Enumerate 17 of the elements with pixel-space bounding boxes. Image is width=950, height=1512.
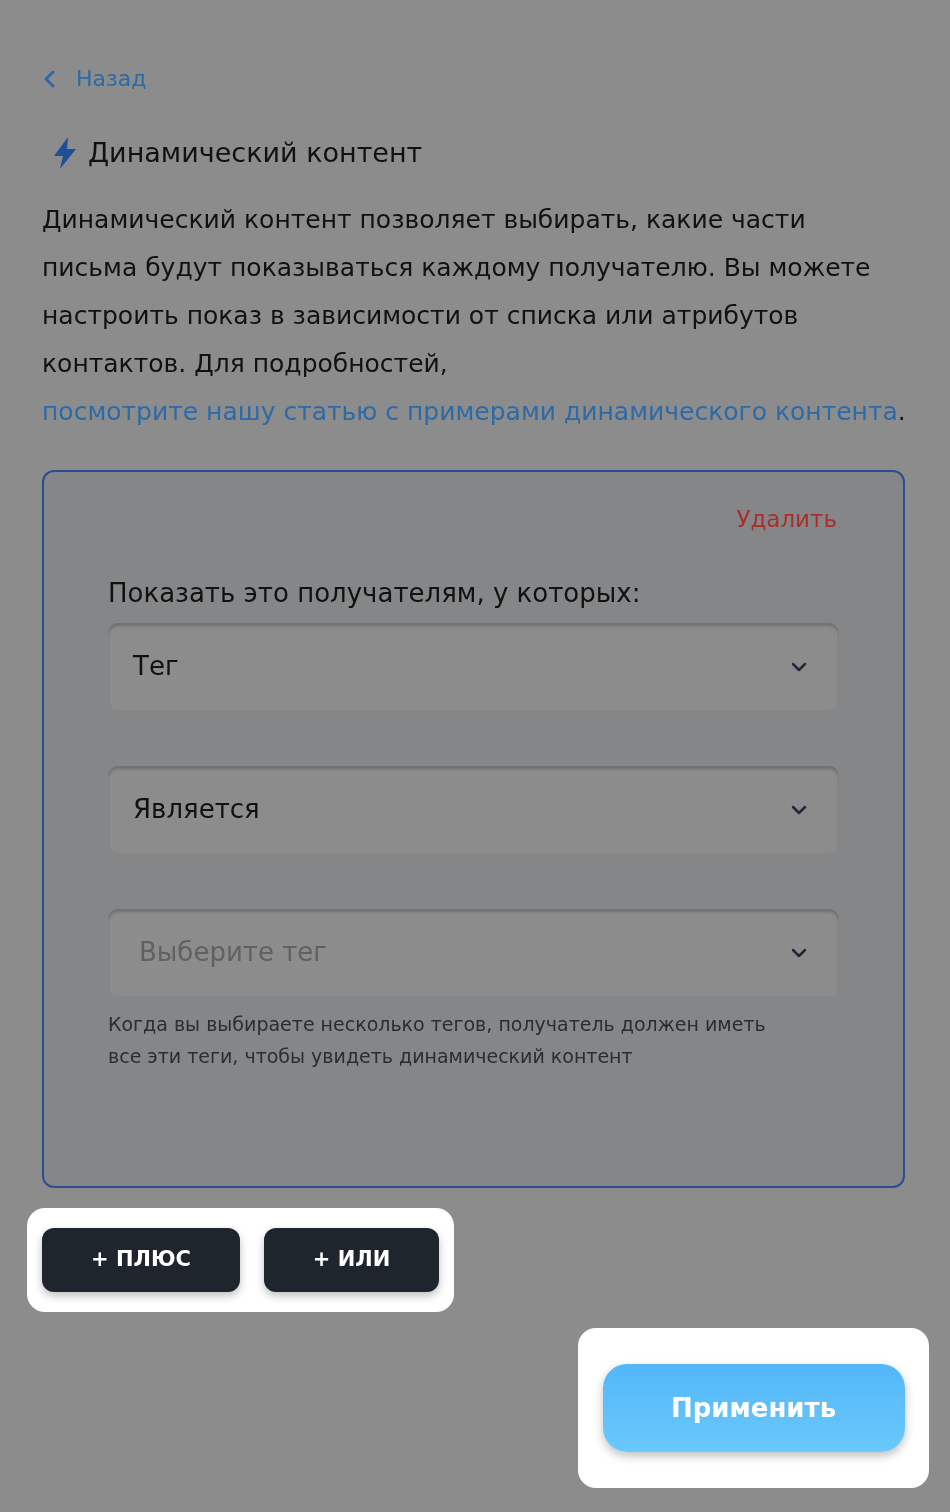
dropdown-field[interactable]: Тег <box>108 623 839 710</box>
article-link[interactable]: посмотрите нашу статью с примерами динамического контента <box>42 396 898 426</box>
section-title: Динамический контент <box>88 136 423 170</box>
lightning-icon <box>52 136 78 171</box>
add-condition-button[interactable]: + ПЛЮС <box>42 1228 240 1292</box>
dropdown-field[interactable]: Является <box>108 766 839 853</box>
add-condition-button[interactable]: + ИЛИ <box>264 1228 439 1292</box>
chevron-down-icon <box>791 661 807 672</box>
description-paragraph: Динамический контент позволяет выбирать, какие части письма будут показываться каждому получателю. Вы можете настроить показ в зависимости от списка или атрибутов контактов. Для подробностей, посмотрите нашу статью с примерами динамического контента. <box>42 203 907 428</box>
hint-text: Когда вы выбираете несколько тегов, получатель должен иметь все эти теги, чтобы увидеть динамический контент <box>108 1012 767 1069</box>
chevron-left-icon <box>42 68 56 89</box>
apply-button[interactable]: Применить <box>602 1364 905 1452</box>
back-link[interactable]: Назад <box>42 62 147 95</box>
chevron-down-icon <box>791 947 807 958</box>
delete-button[interactable]: Удалить <box>736 501 837 536</box>
chevron-down-icon <box>791 804 807 815</box>
rule-label: Показать это получателям, у которых: <box>108 577 642 610</box>
